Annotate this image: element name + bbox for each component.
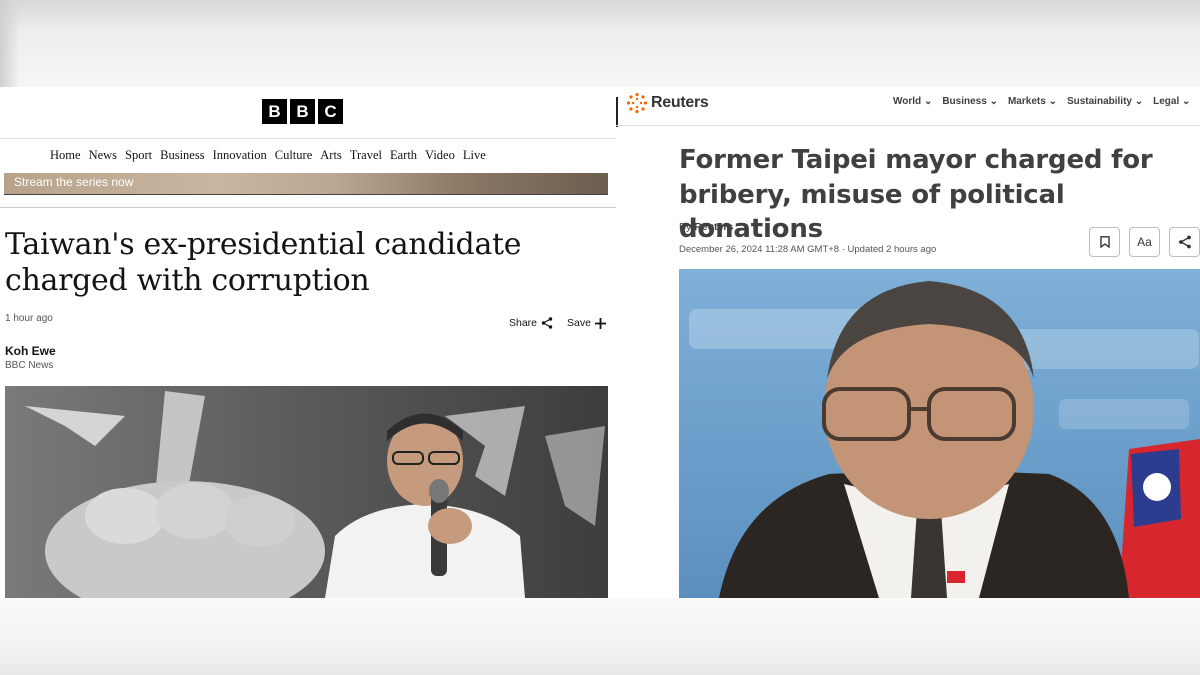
share-button-label: Share [509,317,538,329]
blurred-background-bottom [0,598,1200,675]
author-organization: BBC News [5,360,54,371]
reuters-logo[interactable]: Reuters [626,92,709,114]
reuters-main-nav: World ⌄ Business ⌄ Markets ⌄ Sustainabil… [893,96,1200,107]
chevron-down-icon: ⌄ [1182,96,1191,107]
share-button[interactable] [1169,227,1200,257]
article-photo-illustration [5,386,608,598]
nav-item-live[interactable]: Live [463,148,486,163]
nav-item-business[interactable]: Business ⌄ [942,96,998,107]
promo-banner[interactable]: Stream the series now [4,173,608,195]
nav-item-video[interactable]: Video [425,148,455,163]
bbc-article-panel: B B C Home News Sport Business Innovatio… [0,87,618,598]
divider [0,207,618,208]
chevron-down-icon: ⌄ [989,96,998,107]
divider [0,138,618,139]
author-name[interactable]: Koh Ewe [5,344,56,358]
reuters-logo-text: Reuters [651,94,709,111]
nav-item-markets[interactable]: Markets ⌄ [1008,96,1057,107]
article-headline: Taiwan's ex-presidential candidate charg… [5,227,522,298]
nav-item-culture[interactable]: Culture [275,148,313,163]
article-photo [679,269,1200,598]
divider [616,97,618,127]
byline-prefix: By [679,221,692,233]
bookmark-icon [1099,236,1110,248]
article-tools: Aa [1089,227,1200,257]
nav-item-label: Business [942,96,987,107]
share-icon [541,317,553,329]
nav-item-legal[interactable]: Legal ⌄ [1153,96,1190,107]
promo-banner-text: Stream the series now [14,175,134,189]
nav-item-label: Sustainability [1066,96,1132,107]
nav-item-world[interactable]: World ⌄ [893,96,932,107]
nav-item-news[interactable]: News [89,148,117,163]
bbc-logo-letter: B [290,99,315,124]
nav-item-earth[interactable]: Earth [390,148,417,163]
article-date: December 26, 2024 11:28 AM GMT+8 · Updat… [679,244,937,255]
share-icon [1178,235,1191,249]
share-button[interactable]: Share [509,317,553,329]
article-actions: Share Save [509,317,606,329]
nav-item-label: Markets [1007,96,1046,107]
byline-author[interactable]: Reuters [694,221,733,233]
nav-item-arts[interactable]: Arts [320,148,342,163]
article-photo-illustration [679,269,1200,598]
bbc-logo-letter: C [318,99,343,124]
save-button[interactable]: Save [567,317,606,329]
nav-item-business[interactable]: Business [160,148,204,163]
article-timestamp: 1 hour ago [5,313,53,324]
nav-item-travel[interactable]: Travel [350,148,382,163]
nav-item-sport[interactable]: Sport [125,148,152,163]
chevron-down-icon: ⌄ [1134,96,1144,107]
nav-item-home[interactable]: Home [50,148,81,163]
nav-item-sustainability[interactable]: Sustainability ⌄ [1067,96,1143,107]
bookmark-button[interactable] [1089,227,1120,257]
bbc-logo[interactable]: B B C [262,99,343,124]
bbc-logo-letter: B [262,99,287,124]
save-button-label: Save [567,317,591,329]
blurred-background-top [0,0,1200,88]
text-size-label: Aa [1137,235,1152,249]
nav-item-label: World [893,96,922,107]
reuters-article-panel: Reuters World ⌄ Business ⌄ Markets ⌄ Sus… [616,87,1200,598]
text-size-button[interactable]: Aa [1129,227,1160,257]
chevron-down-icon: ⌄ [923,96,933,107]
nav-item-innovation[interactable]: Innovation [213,148,267,163]
divider [616,125,1200,126]
reuters-logo-icon [626,92,648,114]
plus-icon [594,317,606,329]
article-byline: By Reuters [679,221,733,233]
nav-item-label: Legal [1153,96,1180,107]
chevron-down-icon: ⌄ [1048,96,1057,107]
bbc-main-nav: Home News Sport Business Innovation Cult… [50,148,486,163]
article-photo [5,386,608,598]
